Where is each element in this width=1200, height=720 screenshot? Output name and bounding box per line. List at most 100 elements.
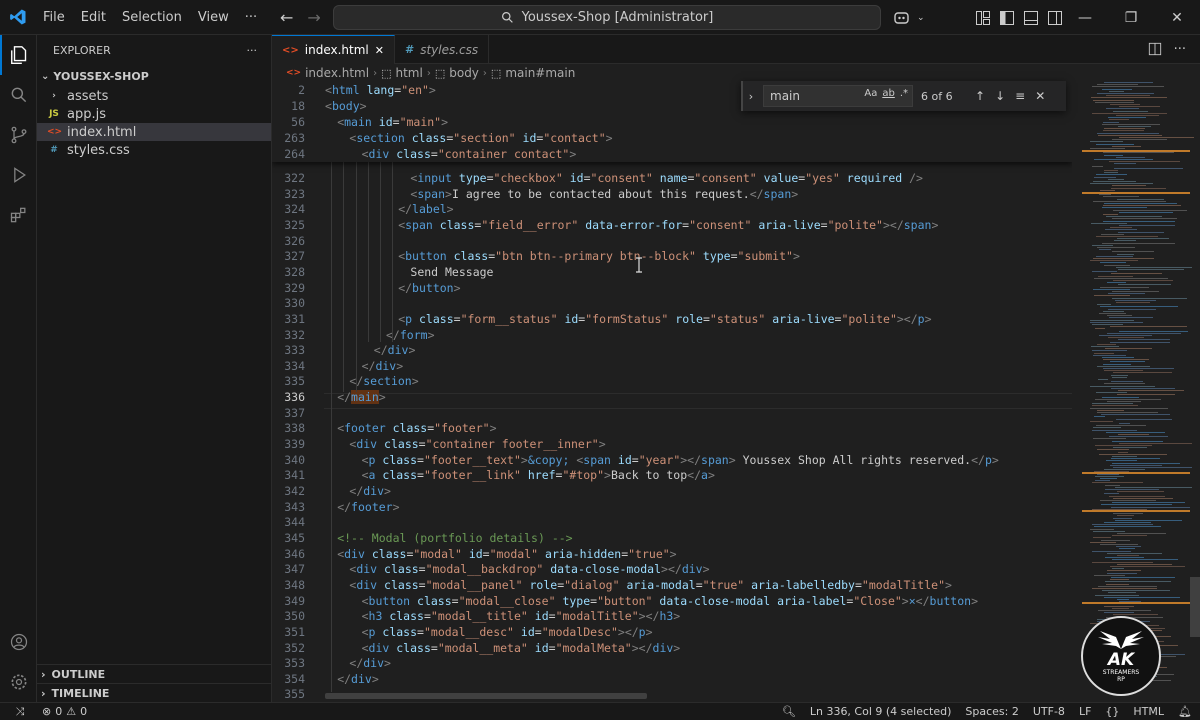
code-line[interactable]: 348 <div class="modal__panel" role="dialo… [272, 577, 1072, 593]
outline-section[interactable]: › OUTLINE [37, 664, 272, 683]
menu-file[interactable]: File [35, 0, 73, 35]
code-line[interactable]: 334 </div> [272, 358, 1072, 374]
close-tab-icon[interactable]: ✕ [375, 44, 384, 57]
command-center[interactable]: Youssex-Shop [Administrator] [333, 5, 881, 30]
code-line[interactable]: 352 <div class="modal__meta" id="modalMet… [272, 640, 1072, 656]
code-text: </div> [361, 358, 404, 373]
tree-item-app-js[interactable]: JS app.js [37, 105, 271, 123]
cursor-position[interactable]: Ln 336, Col 9 (4 selected) [810, 705, 952, 718]
minimap-line [1092, 271, 1117, 273]
toggle-replace-chevron-icon[interactable]: › [743, 90, 759, 103]
minimap-line [1107, 282, 1127, 284]
menu-selection[interactable]: Selection [114, 0, 190, 35]
explorer-files-icon[interactable] [0, 35, 37, 75]
notifications-bell-icon[interactable]: 🔔︎ [1178, 705, 1192, 718]
match-whole-word-icon[interactable]: ab [882, 88, 894, 99]
run-debug-icon[interactable] [0, 155, 37, 195]
breadcrumb-item[interactable]: body [449, 66, 479, 80]
account-icon[interactable] [0, 622, 37, 662]
customize-layout-icon[interactable] [975, 10, 991, 26]
code-line[interactable]: 341 <a class="footer__link" href="#top">B… [272, 467, 1072, 483]
zoom-search-icon[interactable]: 🔍︎ [782, 705, 796, 718]
code-line[interactable]: 343 </footer> [272, 499, 1072, 515]
code-line[interactable]: 351 <p class="modal__desc" id="modalDesc"… [272, 624, 1072, 640]
code-line[interactable]: 335 </section> [272, 373, 1072, 389]
code-line[interactable]: 264 <div class="container contact"> [272, 146, 1072, 162]
toggle-primary-sidebar-icon[interactable] [999, 10, 1015, 26]
match-case-icon[interactable]: Aa [864, 88, 877, 99]
minimize-icon[interactable]: — [1062, 0, 1108, 35]
menu-edit[interactable]: Edit [73, 0, 114, 35]
language-braces-icon[interactable]: {} [1105, 705, 1119, 718]
toggle-panel-icon[interactable] [1023, 10, 1039, 26]
minimap-line [1104, 172, 1119, 174]
tree-item-label: index.html [67, 124, 137, 140]
code-line[interactable]: 336 </main> [272, 389, 1072, 405]
source-control-icon[interactable] [0, 115, 37, 155]
code-text: <body> [325, 99, 367, 113]
remote-indicator-icon[interactable]: ⤨ [6, 703, 34, 720]
minimap-line [1104, 469, 1145, 471]
code-line[interactable]: 342 </div> [272, 483, 1072, 499]
tree-item-assets[interactable]: › assets [37, 87, 271, 105]
next-match-arrow-down-icon[interactable]: ↓ [995, 89, 1005, 103]
editor-more-icon[interactable]: ··· [1174, 42, 1186, 57]
find-input[interactable]: main Aa ab .* [763, 85, 913, 107]
previous-match-arrow-up-icon[interactable]: ↑ [975, 89, 985, 103]
minimap-scrollbar[interactable] [1190, 577, 1200, 637]
encoding[interactable]: UTF-8 [1033, 705, 1065, 718]
code-line[interactable]: 345 <!-- Modal (portfolio details) --> [272, 530, 1072, 546]
code-line[interactable]: 340 <p class="footer__text">&copy; <span … [272, 452, 1072, 468]
code-line[interactable]: 333 </div> [272, 342, 1072, 358]
find-match-count: 6 of 6 [921, 89, 953, 103]
minimap[interactable] [1072, 82, 1200, 702]
minimap-line [1095, 480, 1110, 482]
code-line[interactable]: 338 <footer class="footer"> [272, 420, 1072, 436]
tree-item-styles-css[interactable]: # styles.css [37, 141, 271, 159]
indentation[interactable]: Spaces: 2 [965, 705, 1018, 718]
toggle-secondary-sidebar-icon[interactable] [1047, 10, 1063, 26]
restore-icon[interactable]: ❐ [1108, 0, 1154, 35]
code-line[interactable]: 347 <div class="modal__backdrop" data-clo… [272, 561, 1072, 577]
end-of-line[interactable]: LF [1079, 705, 1091, 718]
code-line[interactable]: 339 <div class="container footer__inner"> [272, 436, 1072, 452]
extensions-icon[interactable] [0, 195, 37, 235]
menu-view[interactable]: View [190, 0, 237, 35]
timeline-section[interactable]: › TIMELINE [37, 683, 272, 702]
code-line[interactable]: 337 [272, 405, 1072, 421]
tab-styles-css[interactable]: # styles.css [395, 35, 490, 64]
horizontal-scrollbar[interactable] [325, 693, 647, 699]
tab-index-html[interactable]: <> index.html ✕ [272, 35, 395, 64]
close-window-icon[interactable]: ✕ [1154, 0, 1200, 35]
code-line[interactable]: 56 <main id="main"> [272, 114, 1072, 130]
settings-gear-icon[interactable] [0, 662, 37, 702]
copilot-icon[interactable] [893, 10, 911, 26]
tree-item-index-html[interactable]: <> index.html [37, 123, 271, 141]
breadcrumb-item[interactable]: html [395, 66, 422, 80]
code-editor[interactable]: 322 <input type="checkbox" id="consent" n… [272, 82, 1072, 702]
search-activity-icon[interactable] [0, 75, 37, 115]
minimap-line [1092, 429, 1137, 431]
more-menu-icon[interactable]: ··· [237, 0, 265, 35]
code-line[interactable]: 349 <button class="modal__close" type="bu… [272, 593, 1072, 609]
code-line[interactable]: 350 <h3 class="modal__title" id="modalTit… [272, 608, 1072, 624]
code-line[interactable]: 354 </div> [272, 671, 1072, 687]
use-regex-icon[interactable]: .* [900, 88, 908, 99]
code-line[interactable]: 344 [272, 514, 1072, 530]
minimap-line [1101, 233, 1124, 235]
code-line[interactable]: 346 <div class="modal" id="modal" aria-hi… [272, 546, 1072, 562]
explorer-more-icon[interactable]: ··· [247, 44, 258, 57]
workspace-folder[interactable]: ⌄ YOUSSEX-SHOP [37, 65, 271, 87]
split-editor-icon[interactable] [1148, 42, 1162, 56]
copilot-chevron-down-icon[interactable]: ⌄ [917, 13, 925, 23]
forward-arrow-icon[interactable]: → [307, 8, 320, 27]
breadcrumb-item[interactable]: index.html [305, 66, 369, 80]
find-in-selection-icon[interactable]: ≡ [1015, 89, 1025, 103]
breadcrumb-item[interactable]: main#main [505, 66, 575, 80]
problems-indicator[interactable]: ⊗ 0 ⚠ 0 [42, 705, 87, 718]
code-line[interactable]: 353 </div> [272, 655, 1072, 671]
back-arrow-icon[interactable]: ← [280, 8, 293, 27]
code-line[interactable]: 263 <section class="section" id="contact"… [272, 130, 1072, 146]
close-find-icon[interactable]: ✕ [1035, 89, 1045, 103]
language-mode[interactable]: HTML [1133, 705, 1164, 718]
